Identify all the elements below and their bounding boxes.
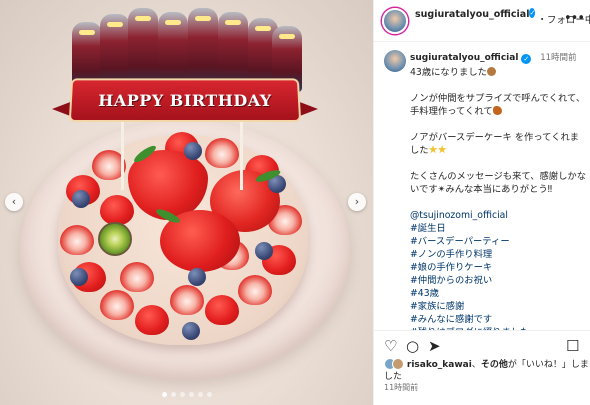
blueberry <box>184 142 202 160</box>
header-username[interactable]: sugiuratalyou_official <box>415 9 529 20</box>
hashtag-link[interactable]: #43歳 <box>410 287 588 300</box>
caption-body: 43歳になりました ノンが仲間をサプライズで呼んでくれて、手料理作ってくれて ノ… <box>410 66 588 339</box>
blueberry <box>72 190 90 208</box>
birthday-banner: HAPPY BIRTHDAY <box>68 78 302 123</box>
post-side-panel: sugiuratalyou_official ✓ ・フォロー中 ••• sugi… <box>373 0 590 405</box>
carousel-dot <box>180 392 185 397</box>
banner-text: HAPPY BIRTHDAY <box>97 90 273 110</box>
share-icon[interactable]: ➤ <box>428 337 441 355</box>
hashtag-link[interactable]: #バースデーパーティー <box>410 235 588 248</box>
hashtag-link[interactable]: #みんなに感謝です <box>410 313 588 326</box>
strawberry <box>205 295 239 325</box>
caption-username[interactable]: sugiuratalyou_official <box>410 53 518 63</box>
chevron-left-icon: ‹ <box>11 195 17 208</box>
hashtag-link[interactable]: #仲間からのお祝い <box>410 274 588 287</box>
strawberry <box>60 225 94 255</box>
carousel-dot <box>162 392 167 397</box>
caption-header: sugiuratalyou_official ✓ 11時間前 <box>410 52 590 64</box>
liked-by-others[interactable]: その他 <box>481 360 508 370</box>
carousel-prev-button[interactable]: ‹ <box>5 193 23 211</box>
caption-line: たくさんのメッセージも来て、感謝しかないです✴︎みんな本当にありがとう‼︎ <box>410 170 588 196</box>
carousel-dot <box>189 392 194 397</box>
caption-avatar[interactable] <box>384 50 406 72</box>
header-username-block: sugiuratalyou_official <box>415 8 529 21</box>
hashtag-list: @tsujinozomi_official #誕生日 #バースデーパーティー #ノンの… <box>410 209 588 339</box>
post-actions: ♡ ○ ➤ ☐ <box>374 330 590 360</box>
more-horizontal-icon[interactable]: ••• <box>564 11 585 26</box>
chevron-right-icon: › <box>354 195 360 208</box>
avatar <box>392 358 404 370</box>
likes-separator: 、 <box>471 360 481 370</box>
carousel-dot <box>198 392 203 397</box>
blueberry <box>70 268 88 286</box>
hashtag-link[interactable]: #誕生日 <box>410 222 588 235</box>
strawberry <box>205 138 239 168</box>
carousel-dot <box>171 392 176 397</box>
cake-emoji-icon <box>486 67 496 76</box>
caption-line: 43歳になりました <box>410 66 588 79</box>
strawberry <box>135 305 169 335</box>
post-header: sugiuratalyou_official ✓ ・フォロー中 ••• <box>374 0 590 42</box>
hashtag-link[interactable]: #ノンの手作り料理 <box>410 248 588 261</box>
verified-badge-icon: ✓ <box>521 54 532 64</box>
bookmark-icon[interactable]: ☐ <box>566 337 579 355</box>
strawberry <box>238 275 272 305</box>
carousel-next-button[interactable]: › <box>348 193 366 211</box>
avatar[interactable] <box>382 8 408 34</box>
liked-by-user[interactable]: risako_kawai <box>407 360 472 370</box>
topper-stick <box>121 120 124 190</box>
caption-text: たくさんのメッセージも来て、感謝しかないです✴︎みんな本当にありがとう‼︎ <box>410 171 586 195</box>
hashtag-link[interactable]: #家族に感謝 <box>410 300 588 313</box>
carousel-dots <box>162 392 212 397</box>
caption-line: ノアがバースデーケーキ を作ってくれました <box>410 131 588 157</box>
caption-line: ノンが仲間をサプライズで呼んでくれて、手料理作ってくれて <box>410 92 588 118</box>
strawberry <box>120 262 154 292</box>
strawberry <box>100 290 134 320</box>
topper-stick <box>240 120 243 190</box>
kiwi-slice <box>98 222 132 256</box>
blueberry <box>182 322 200 340</box>
likes-summary: risako_kawai、その他が「いいね！」しました <box>384 358 589 383</box>
mention-link[interactable]: @tsujinozomi_official <box>410 209 588 222</box>
hashtag-link[interactable]: #娘の手作りケーキ <box>410 261 588 274</box>
blueberry <box>255 242 273 260</box>
heart-icon[interactable]: ♡ <box>384 337 397 355</box>
strawberry <box>170 285 204 315</box>
strawberry <box>100 195 134 225</box>
meat-emoji-icon <box>492 106 502 115</box>
post-photo[interactable]: HAPPY BIRTHDAY ‹ › <box>0 0 373 405</box>
carousel-dot <box>207 392 212 397</box>
caption-time[interactable]: 11時間前 <box>540 53 576 63</box>
blueberry <box>188 268 206 286</box>
sparkle-emoji-icon <box>437 145 447 154</box>
comment-icon[interactable]: ○ <box>406 337 419 355</box>
sparkle-emoji-icon <box>428 145 438 154</box>
post-timestamp[interactable]: 11時間前 <box>384 382 418 393</box>
verified-badge-icon: ✓ <box>529 8 536 18</box>
caption-text: 43歳になりました <box>410 67 487 78</box>
